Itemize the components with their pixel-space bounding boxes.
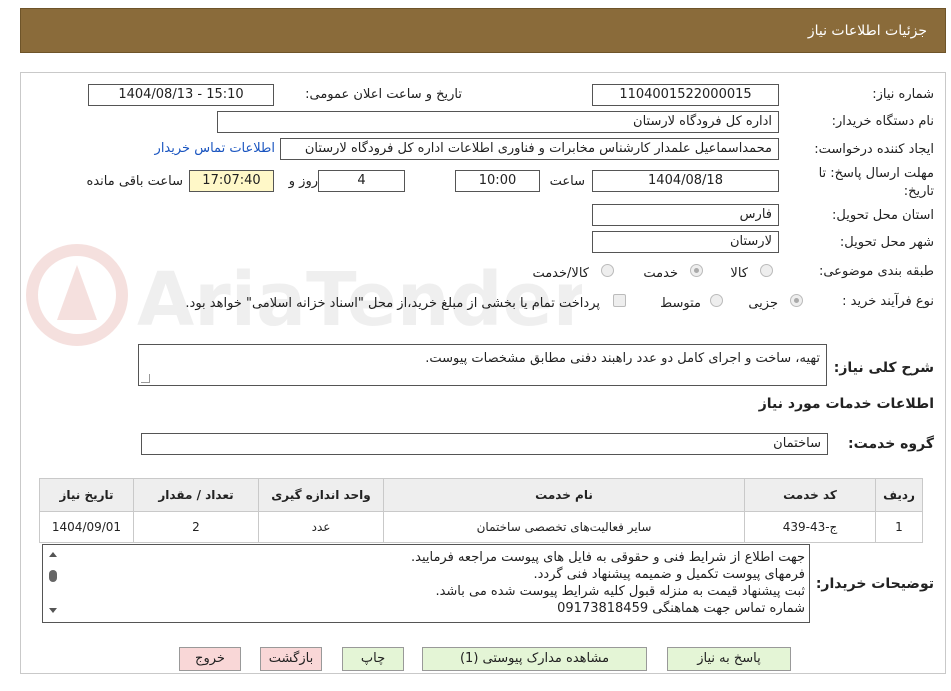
buyer-org-field[interactable]: اداره کل فرودگاه لارستان <box>217 111 779 133</box>
category-radio-goods[interactable] <box>760 264 773 277</box>
scroll-down-icon <box>49 608 57 613</box>
print-button[interactable]: چاپ <box>342 647 404 671</box>
treasury-checkbox[interactable] <box>613 294 626 307</box>
deadline-date-field[interactable]: 1404/08/18 <box>592 170 779 192</box>
buyer-notes-line-4: شماره تماس جهت هماهنگی 09173818459 <box>557 601 805 616</box>
days-label: روز و <box>288 174 318 189</box>
buyer-notes-line-1: جهت اطلاع از شرایط فنی و حقوقی به فایل ه… <box>411 550 805 565</box>
purchase-radio-medium[interactable] <box>710 294 723 307</box>
deadline-label: مهلت ارسال پاسخ: تا <box>818 166 934 181</box>
buyer-org-label: نام دستگاه خریدار: <box>831 114 934 129</box>
cell-qty: 2 <box>133 511 259 543</box>
resize-grip-icon[interactable] <box>141 374 150 383</box>
announce-field[interactable]: 1404/08/13 - 15:10 <box>88 84 274 106</box>
buyer-notes-label: توضیحات خریدار: <box>815 576 934 592</box>
cell-code: ج-43-439 <box>744 511 876 543</box>
creator-field[interactable]: محمداسماعیل علمدار کارشناس مخابرات و فنا… <box>280 138 779 160</box>
days-field[interactable]: 4 <box>318 170 405 192</box>
back-button[interactable]: بازگشت <box>260 647 322 671</box>
page-title: جزئیات اطلاعات نیاز <box>807 23 927 39</box>
table-row[interactable]: 1 ج-43-439 سایر فعالیت‌های تخصصی ساختمان… <box>39 511 923 543</box>
col-name: نام خدمت <box>383 478 745 512</box>
cell-unit: عدد <box>258 511 384 543</box>
service-group-label: گروه خدمت: <box>848 436 934 452</box>
creator-label: ایجاد کننده درخواست: <box>814 142 934 157</box>
category-label: طبقه بندی موضوعی: <box>818 264 934 279</box>
province-field[interactable]: فارس <box>592 204 779 226</box>
deadline-time-field[interactable]: 10:00 <box>455 170 540 192</box>
time-label: ساعت <box>549 174 585 189</box>
col-code: کد خدمت <box>744 478 876 512</box>
notes-scrollbar[interactable] <box>44 548 62 620</box>
category-option-goods: کالا <box>730 266 748 281</box>
cell-date: 1404/09/01 <box>39 511 134 543</box>
buyer-notes-textarea[interactable]: جهت اطلاع از شرایط فنی و حقوقی به فایل ه… <box>42 544 810 623</box>
buyer-notes-line-3: ثبت پیشنهاد قیمت به منزله قبول کلیه شرای… <box>435 584 805 599</box>
cell-row: 1 <box>875 511 923 543</box>
scroll-thumb <box>49 570 57 582</box>
services-table: ردیف کد خدمت نام خدمت واحد اندازه گیری ت… <box>39 478 923 543</box>
remaining-label: ساعت باقی مانده <box>86 174 183 189</box>
col-qty: تعداد / مقدار <box>133 478 259 512</box>
watermark-logo: AriaTender.neT <box>26 244 582 346</box>
purchase-option-medium: متوسط <box>660 296 701 311</box>
payment-note: پرداخت تمام یا بخشی از مبلغ خرید،از محل … <box>185 296 600 311</box>
category-radio-service[interactable] <box>690 264 703 277</box>
buyer-notes-line-2: فرمهای پیوست تکمیل و ضمیمه پیشنهاد فنی گ… <box>533 567 806 582</box>
purchase-type-label: نوع فرآیند خرید : <box>842 294 934 309</box>
buyer-contact-link[interactable]: اطلاعات تماس خریدار <box>155 141 275 156</box>
need-number-field[interactable]: 1104001522000015 <box>592 84 779 106</box>
category-option-service: خدمت <box>643 266 678 281</box>
attachments-button[interactable]: مشاهده مدارک پیوستی (1) <box>422 647 647 671</box>
city-field[interactable]: لارستان <box>592 231 779 253</box>
col-row: ردیف <box>875 478 923 512</box>
category-option-both: کالا/خدمت <box>532 266 589 281</box>
province-label: استان محل تحویل: <box>832 208 934 223</box>
deadline-label-date: تاریخ: <box>903 184 934 199</box>
service-group-field[interactable]: ساختمان <box>141 433 828 455</box>
summary-label: شرح کلی نیاز: <box>833 360 934 376</box>
exit-button[interactable]: خروج <box>179 647 241 671</box>
summary-textarea[interactable]: تهیه، ساخت و اجرای کامل دو عدد راهبند دف… <box>138 344 827 386</box>
col-date: تاریخ نیاز <box>39 478 134 512</box>
services-section-title: اطلاعات خدمات مورد نیاز <box>758 396 934 412</box>
col-unit: واحد اندازه گیری <box>258 478 384 512</box>
reply-button[interactable]: پاسخ به نیاز <box>667 647 791 671</box>
purchase-option-minor: جزیی <box>748 296 778 311</box>
page-header: جزئیات اطلاعات نیاز <box>20 8 946 53</box>
table-header-row: ردیف کد خدمت نام خدمت واحد اندازه گیری ت… <box>39 478 923 512</box>
purchase-radio-minor[interactable] <box>790 294 803 307</box>
city-label: شهر محل تحویل: <box>839 235 934 250</box>
summary-text: تهیه، ساخت و اجرای کامل دو عدد راهبند دف… <box>425 351 820 366</box>
remaining-time-field: 17:07:40 <box>189 170 274 192</box>
scroll-up-icon <box>49 552 57 557</box>
need-number-label: شماره نیاز: <box>872 87 934 102</box>
category-radio-both[interactable] <box>601 264 614 277</box>
cell-name: سایر فعالیت‌های تخصصی ساختمان <box>383 511 745 543</box>
announce-label: تاریخ و ساعت اعلان عمومی: <box>305 87 462 102</box>
